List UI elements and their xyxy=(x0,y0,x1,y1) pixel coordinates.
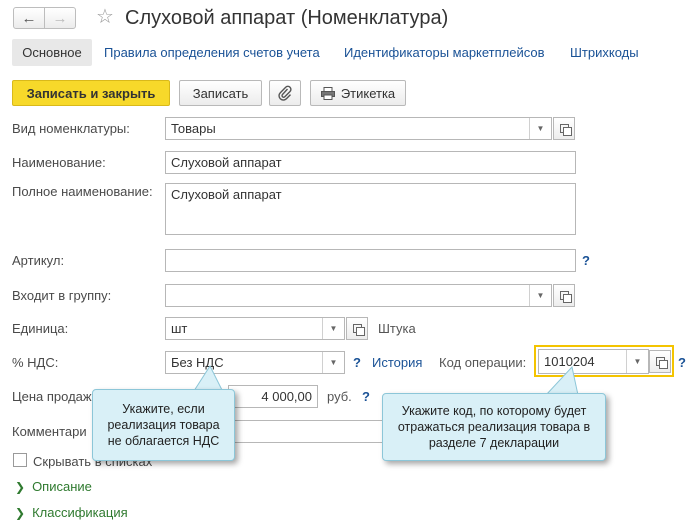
price-label: Цена продаж xyxy=(12,389,92,404)
unit-value: шт xyxy=(171,321,188,336)
back-button[interactable]: ← xyxy=(13,7,45,29)
group-classification-label: Классификация xyxy=(32,505,128,520)
paperclip-icon xyxy=(278,85,292,101)
open-icon xyxy=(655,357,668,369)
price-help-icon[interactable]: ? xyxy=(362,389,370,404)
article-label: Артикул: xyxy=(12,253,65,268)
dropdown-arrow-icon[interactable]: ▼ xyxy=(322,318,344,339)
save-and-close-button[interactable]: Записать и закрыть xyxy=(12,80,170,106)
opcode-help-icon[interactable]: ? xyxy=(678,355,686,370)
save-button[interactable]: Записать xyxy=(179,80,262,106)
page-title: Слуховой аппарат (Номенклатура) xyxy=(125,7,449,29)
vat-help-icon[interactable]: ? xyxy=(353,355,361,370)
name-label: Наименование: xyxy=(12,155,106,170)
dropdown-arrow-icon[interactable]: ▼ xyxy=(529,118,551,139)
arrow-right-icon: → xyxy=(52,9,68,27)
printer-icon xyxy=(320,86,335,100)
attach-button[interactable] xyxy=(269,80,301,106)
history-link[interactable]: История xyxy=(372,355,422,370)
chevron-right-icon: ❯ xyxy=(15,506,26,520)
tab-barcodes[interactable]: Штрихкоды xyxy=(570,45,639,60)
comment-label: Комментари xyxy=(12,424,87,439)
forward-button[interactable]: → xyxy=(44,7,76,29)
vid-value: Товары xyxy=(171,121,216,136)
vat-tooltip: Укажите, если реализация товара не облаг… xyxy=(92,389,235,461)
group-field[interactable]: ▼ xyxy=(165,284,552,307)
article-help-icon[interactable]: ? xyxy=(582,253,590,268)
star-icon[interactable]: ☆ xyxy=(96,5,114,29)
tab-account-rules[interactable]: Правила определения счетов учета xyxy=(104,45,320,60)
open-icon xyxy=(559,291,572,303)
fullname-label: Полное наименование: xyxy=(12,184,153,199)
comment-field[interactable] xyxy=(228,420,388,443)
dropdown-arrow-icon[interactable]: ▼ xyxy=(529,285,551,306)
article-field[interactable] xyxy=(165,249,576,272)
dropdown-arrow-icon[interactable]: ▼ xyxy=(626,350,648,373)
group-description[interactable]: ❯ Описание xyxy=(15,479,92,494)
opcode-tooltip: Укажите код, по которому будет отражатьс… xyxy=(382,393,606,461)
fullname-field[interactable]: Слуховой аппарат xyxy=(165,183,576,235)
unit-fullname: Штука xyxy=(378,321,416,336)
open-vid-button[interactable] xyxy=(553,117,575,140)
unit-field[interactable]: шт ▼ xyxy=(165,317,345,340)
open-icon xyxy=(352,324,365,336)
open-opcode-button[interactable] xyxy=(649,350,671,373)
unit-label: Единица: xyxy=(12,321,69,336)
dropdown-arrow-icon[interactable]: ▼ xyxy=(322,352,344,373)
tab-main[interactable]: Основное xyxy=(12,39,92,66)
tab-marketplace-ids[interactable]: Идентификаторы маркетплейсов xyxy=(344,45,545,60)
group-label: Входит в группу: xyxy=(12,288,112,303)
hide-checkbox[interactable] xyxy=(13,453,27,467)
opcode-label: Код операции: xyxy=(439,355,527,370)
open-unit-button[interactable] xyxy=(346,317,368,340)
vat-label: % НДС: xyxy=(12,355,59,370)
group-classification[interactable]: ❯ Классификация xyxy=(15,505,128,520)
vid-field[interactable]: Товары ▼ xyxy=(165,117,552,140)
tooltip-tail xyxy=(544,366,579,396)
arrow-left-icon: ← xyxy=(21,9,37,27)
label-print-text: Этикетка xyxy=(340,85,396,101)
name-field[interactable]: Слуховой аппарат xyxy=(165,151,576,174)
vid-label: Вид номенклатуры: xyxy=(12,121,130,136)
chevron-right-icon: ❯ xyxy=(15,480,26,494)
label-print-button[interactable]: Этикетка xyxy=(310,80,406,106)
group-description-label: Описание xyxy=(32,479,92,494)
price-currency: руб. xyxy=(327,389,352,404)
price-field[interactable]: 4 000,00 xyxy=(228,385,318,408)
open-icon xyxy=(559,124,572,136)
open-group-button[interactable] xyxy=(553,284,575,307)
